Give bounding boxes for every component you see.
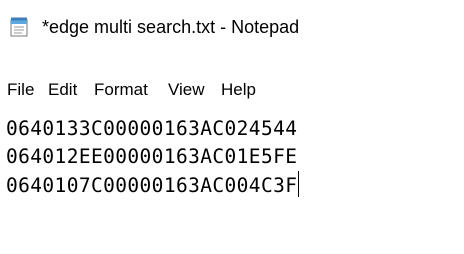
editor-line[interactable]: 064012EE00000163AC01E5FE: [6, 143, 297, 171]
notepad-window: *edge multi search.txt - Notepad File Ed…: [0, 0, 464, 254]
editor-line-text: 064012EE00000163AC01E5FE: [6, 145, 298, 168]
menu-edit[interactable]: Edit: [47, 80, 78, 100]
menu-view[interactable]: View: [167, 80, 206, 100]
title-bar[interactable]: *edge multi search.txt - Notepad: [0, 0, 464, 50]
menu-format[interactable]: Format: [93, 80, 149, 100]
editor-line-text: 0640107C00000163AC004C3F: [6, 174, 298, 197]
menu-file[interactable]: File: [6, 80, 35, 100]
window-title: *edge multi search.txt - Notepad: [42, 17, 300, 37]
menu-help[interactable]: Help: [220, 80, 257, 100]
menu-bar: File Edit Format View Help: [0, 80, 464, 102]
editor-line-text: 0640133C00000163AC024544: [6, 117, 298, 140]
text-caret: [298, 171, 300, 197]
editor-line[interactable]: 0640133C00000163AC024544: [6, 115, 297, 143]
notepad-icon: [10, 17, 28, 37]
text-editor[interactable]: 0640133C00000163AC024544 064012EE0000016…: [0, 115, 464, 254]
editor-line[interactable]: 0640107C00000163AC004C3F: [6, 171, 300, 200]
